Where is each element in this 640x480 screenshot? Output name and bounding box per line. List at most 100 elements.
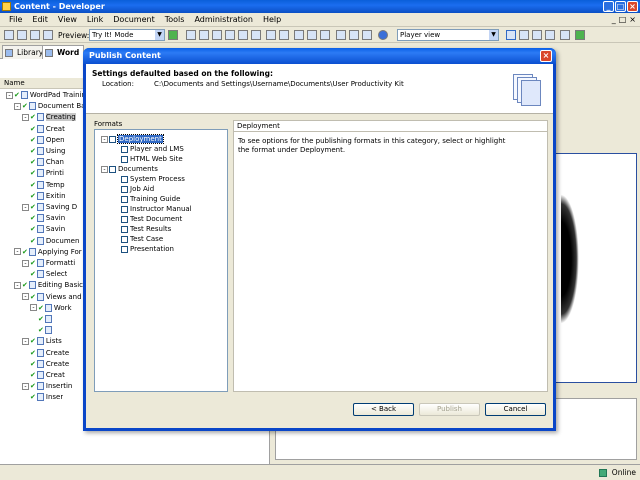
layout-2-icon[interactable] bbox=[519, 30, 529, 40]
outline-tree-item[interactable]: - ✔ Editing Basic bbox=[14, 280, 83, 290]
format-item[interactable]: Test Document bbox=[121, 214, 182, 224]
outline-tree-item[interactable]: ✔ Exitin bbox=[30, 191, 66, 201]
binoculars-icon[interactable] bbox=[336, 30, 346, 40]
mdi-minimize-button[interactable]: _ bbox=[612, 15, 616, 24]
format-checkbox[interactable] bbox=[121, 235, 128, 243]
outline-tree-item[interactable]: - ✔ Work bbox=[30, 303, 72, 313]
layout-3-icon[interactable] bbox=[532, 30, 542, 40]
tab-word[interactable]: Word bbox=[42, 45, 85, 59]
collapse-toggle-icon[interactable]: - bbox=[22, 382, 29, 390]
collapse-toggle-icon[interactable]: - bbox=[14, 102, 21, 110]
player-view-select[interactable]: Player view ▼ bbox=[397, 29, 499, 41]
redo-icon[interactable] bbox=[279, 30, 289, 40]
collapse-toggle-icon[interactable]: - bbox=[22, 337, 29, 345]
outline-tree-item[interactable]: - ✔ Saving D bbox=[22, 202, 77, 212]
format-checkbox[interactable] bbox=[121, 195, 128, 203]
replace-icon[interactable] bbox=[349, 30, 359, 40]
close-button[interactable]: × bbox=[627, 1, 638, 12]
collapse-icon[interactable] bbox=[307, 30, 317, 40]
outline-tree-item[interactable]: ✔ Documen bbox=[30, 236, 79, 246]
format-checkbox[interactable] bbox=[109, 135, 116, 143]
menu-tools[interactable]: Tools bbox=[160, 15, 190, 24]
expand-icon[interactable] bbox=[294, 30, 304, 40]
format-item[interactable]: Instructor Manual bbox=[121, 204, 192, 214]
format-checkbox[interactable] bbox=[121, 215, 128, 223]
collapse-toggle-icon[interactable]: - bbox=[6, 91, 13, 99]
format-checkbox[interactable] bbox=[121, 155, 128, 163]
outline-tree-item[interactable]: ✔ Creat bbox=[30, 370, 65, 380]
format-item[interactable]: Player and LMS bbox=[121, 144, 184, 154]
format-checkbox[interactable] bbox=[121, 145, 128, 153]
layout-4-icon[interactable] bbox=[545, 30, 555, 40]
go-icon[interactable] bbox=[168, 30, 178, 40]
outline-tree-item[interactable]: ✔ Savin bbox=[30, 224, 65, 234]
collapse-toggle-icon[interactable]: - bbox=[22, 113, 29, 121]
copy-icon[interactable] bbox=[199, 30, 209, 40]
outline-tree-item[interactable]: - ✔ Creating bbox=[22, 112, 76, 122]
outline-tree-item[interactable]: ✔ Creat bbox=[30, 124, 65, 134]
formats-tree[interactable]: - Deployment Player and LMS HTML Web Site - D… bbox=[94, 129, 228, 392]
format-item[interactable]: Training Guide bbox=[121, 194, 180, 204]
outline-tree-item[interactable]: - ✔ Formatti bbox=[22, 258, 75, 268]
mdi-close-button[interactable]: × bbox=[629, 15, 636, 24]
format-item[interactable]: System Process bbox=[121, 174, 185, 184]
minimize-button[interactable]: _ bbox=[603, 1, 614, 12]
format-checkbox[interactable] bbox=[109, 165, 116, 173]
outline-tree-item[interactable]: ✔ Savin bbox=[30, 213, 65, 223]
menu-edit[interactable]: Edit bbox=[27, 15, 53, 24]
help-icon[interactable] bbox=[378, 30, 388, 40]
undo-icon[interactable] bbox=[266, 30, 276, 40]
format-checkbox[interactable] bbox=[121, 245, 128, 253]
format-checkbox[interactable] bbox=[121, 185, 128, 193]
format-checkbox[interactable] bbox=[121, 175, 128, 183]
format-checkbox[interactable] bbox=[121, 225, 128, 233]
outline-tree-item[interactable]: ✔ bbox=[38, 325, 54, 335]
outline-tree-item[interactable]: ✔ Create bbox=[30, 359, 69, 369]
preview-mode-select[interactable]: Try It! Mode ▼ bbox=[89, 29, 165, 41]
dialog-close-button[interactable]: × bbox=[540, 50, 552, 62]
maximize-button[interactable]: □ bbox=[615, 1, 626, 12]
menu-file[interactable]: File bbox=[4, 15, 27, 24]
outline-tree-item[interactable]: - ✔ Document Ba bbox=[14, 101, 85, 111]
collapse-toggle-icon[interactable]: - bbox=[14, 281, 21, 289]
outline-tree-item[interactable]: ✔ Temp bbox=[30, 180, 65, 190]
outline-tree-item[interactable]: - ✔ Lists bbox=[22, 336, 62, 346]
cut-icon[interactable] bbox=[186, 30, 196, 40]
publish-icon[interactable] bbox=[43, 30, 53, 40]
collapse-toggle-icon[interactable]: - bbox=[22, 293, 29, 301]
print-icon[interactable] bbox=[30, 30, 40, 40]
view-icon[interactable] bbox=[320, 30, 330, 40]
outline-tree-item[interactable]: - ✔ Applying For bbox=[14, 247, 82, 257]
save-icon[interactable] bbox=[17, 30, 27, 40]
delete-icon[interactable] bbox=[225, 30, 235, 40]
outline-tree-item[interactable]: ✔ Chan bbox=[30, 157, 64, 167]
cancel-button[interactable]: Cancel bbox=[485, 403, 546, 416]
publish-button[interactable]: Publish bbox=[419, 403, 480, 416]
outline-tree-item[interactable]: - ✔ Views and bbox=[22, 292, 82, 302]
find-icon[interactable] bbox=[251, 30, 261, 40]
collapse-toggle-icon[interactable]: - bbox=[30, 304, 37, 312]
check-icon[interactable] bbox=[362, 30, 372, 40]
format-item[interactable]: - Deployment bbox=[101, 134, 164, 144]
menu-help[interactable]: Help bbox=[258, 15, 286, 24]
collapse-toggle-icon[interactable]: - bbox=[14, 248, 21, 256]
collapse-toggle-icon[interactable]: - bbox=[22, 259, 29, 267]
layout-1-icon[interactable] bbox=[506, 30, 516, 40]
outline-tree-item[interactable]: ✔ Inser bbox=[30, 392, 63, 402]
outline-tree-item[interactable]: ✔ Select bbox=[30, 269, 67, 279]
collapse-toggle-icon[interactable]: - bbox=[22, 203, 29, 211]
open-folder-icon[interactable] bbox=[4, 30, 14, 40]
format-checkbox[interactable] bbox=[121, 205, 128, 213]
mdi-restore-button[interactable]: □ bbox=[619, 15, 627, 24]
menu-view[interactable]: View bbox=[53, 15, 82, 24]
menu-link[interactable]: Link bbox=[82, 15, 108, 24]
menu-document[interactable]: Document bbox=[108, 15, 159, 24]
outline-tree-item[interactable]: ✔ Using bbox=[30, 146, 65, 156]
back-button[interactable]: < Back bbox=[353, 403, 414, 416]
collapse-toggle-icon[interactable]: - bbox=[101, 135, 108, 143]
format-item[interactable]: Test Results bbox=[121, 224, 171, 234]
outline-tree-item[interactable]: ✔ Create bbox=[30, 348, 69, 358]
check-in-icon[interactable] bbox=[560, 30, 570, 40]
outline-tree-item[interactable]: ✔ Printi bbox=[30, 168, 64, 178]
format-item[interactable]: - Documents bbox=[101, 164, 158, 174]
